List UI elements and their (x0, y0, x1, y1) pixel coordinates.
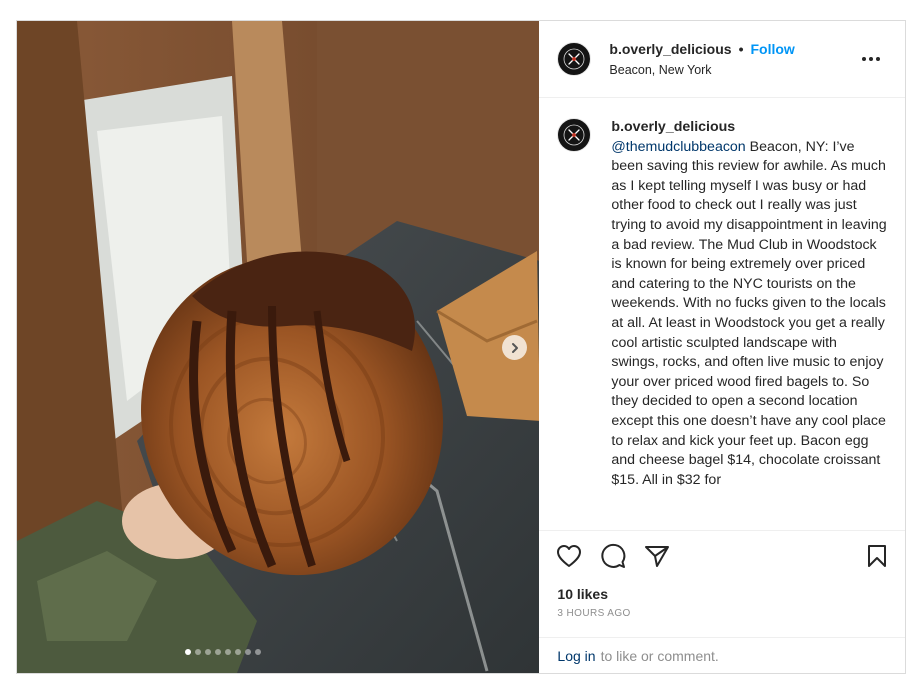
header-line: b.overly_delicious • Follow (609, 41, 859, 57)
caption-username-link[interactable]: b.overly_delicious (611, 118, 887, 138)
carousel-dot (205, 649, 212, 655)
separator-dot: • (738, 41, 744, 57)
comment-button[interactable] (599, 542, 627, 570)
caption-text: Beacon, NY: I’ve been saving this review… (611, 138, 887, 488)
carousel-dot (225, 649, 232, 655)
post-timestamp[interactable]: 3 HOURS AGO (539, 604, 905, 637)
header-text: b.overly_delicious • Follow Beacon, New … (609, 41, 859, 77)
caption: b.overly_delicious @themudclubbeacon Bea… (611, 118, 887, 530)
more-options-icon (862, 57, 880, 61)
comment-icon (601, 543, 626, 568)
fork-knife-logo-icon (564, 48, 585, 70)
action-bar (539, 530, 905, 580)
login-link[interactable]: Log in (557, 648, 595, 664)
likes-count[interactable]: 10 likes (539, 580, 905, 604)
carousel-dot (245, 649, 252, 655)
login-prompt: Log in to like or comment. (539, 637, 905, 673)
carousel-dot (215, 649, 222, 655)
share-icon (645, 545, 670, 567)
bookmark-icon (868, 544, 886, 567)
carousel-dot (235, 649, 242, 655)
save-button[interactable] (863, 542, 891, 570)
carousel-next-button[interactable] (502, 335, 527, 360)
caption-avatar[interactable] (557, 118, 592, 152)
post-side-panel: b.overly_delicious • Follow Beacon, New … (539, 21, 905, 673)
carousel-dot (255, 649, 262, 655)
more-options-button[interactable] (859, 47, 883, 71)
comments-section[interactable]: b.overly_delicious @themudclubbeacon Bea… (539, 98, 905, 530)
croissant-photo (17, 21, 540, 673)
carousel-dot (195, 649, 202, 655)
post-media[interactable] (17, 21, 540, 673)
carousel-indicators (17, 649, 539, 655)
avatar[interactable] (557, 42, 592, 76)
like-button[interactable] (555, 542, 583, 570)
heart-icon (557, 544, 582, 567)
fork-knife-logo-icon (564, 124, 585, 146)
chevron-right-icon (511, 342, 518, 353)
login-prompt-text: to like or comment. (600, 647, 719, 664)
follow-button[interactable]: Follow (750, 41, 794, 57)
location-link[interactable]: Beacon, New York (609, 63, 859, 77)
post-card: b.overly_delicious • Follow Beacon, New … (16, 20, 906, 674)
mention-link[interactable]: @themudclubbeacon (611, 139, 745, 155)
post-header: b.overly_delicious • Follow Beacon, New … (539, 21, 905, 98)
carousel-dot (185, 649, 192, 655)
username-link[interactable]: b.overly_delicious (609, 41, 731, 57)
share-button[interactable] (643, 542, 671, 570)
